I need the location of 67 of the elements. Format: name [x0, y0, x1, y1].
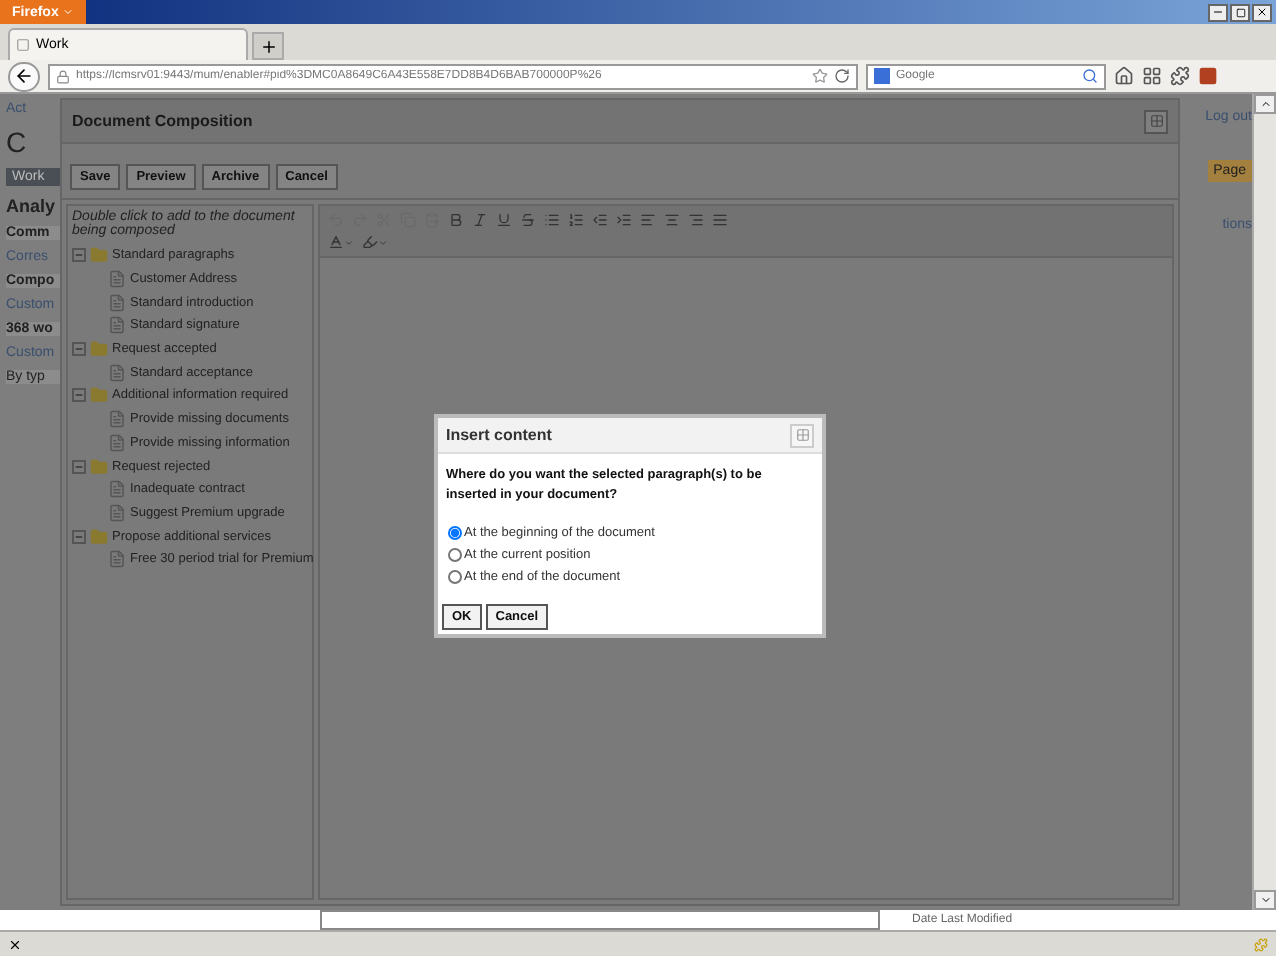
- bookmark-star-icon[interactable]: [812, 68, 828, 84]
- grid-icon: [795, 428, 809, 442]
- bold-icon[interactable]: [448, 212, 464, 228]
- back-arrow-icon: [14, 66, 34, 86]
- folder-icon: [90, 527, 108, 546]
- maximize-button[interactable]: [1230, 3, 1250, 21]
- radio-button[interactable]: [448, 569, 462, 583]
- scroll-down-icon[interactable]: [1259, 894, 1271, 906]
- maximize-icon: [1235, 7, 1245, 17]
- folder-icon: [90, 386, 108, 405]
- document-icon: [108, 270, 126, 289]
- outdent-icon[interactable]: [592, 212, 608, 228]
- caret-icon: [62, 6, 75, 18]
- collapse-icon[interactable]: [72, 459, 86, 474]
- document-icon: [108, 550, 126, 569]
- search-icon: [1082, 68, 1098, 84]
- highlight-icon[interactable]: [362, 234, 388, 250]
- align-center-icon[interactable]: [664, 212, 680, 228]
- align-left-icon[interactable]: [640, 212, 656, 228]
- addon-icon[interactable]: [1170, 66, 1190, 86]
- collapse-icon[interactable]: [72, 342, 86, 357]
- scroll-up-icon[interactable]: [1259, 98, 1271, 110]
- new-tab-button[interactable]: [252, 32, 284, 60]
- reload-icon[interactable]: [834, 68, 850, 84]
- folder-icon: [90, 457, 108, 476]
- numbered-list-icon[interactable]: [568, 212, 584, 228]
- collapse-icon[interactable]: [72, 529, 86, 544]
- font-color-icon[interactable]: [328, 234, 354, 250]
- page-field[interactable]: [320, 910, 880, 930]
- folder-icon: [90, 246, 108, 265]
- document-icon: [108, 503, 126, 522]
- radio-button[interactable]: [448, 547, 462, 561]
- document-icon: [108, 410, 126, 429]
- minimize-button[interactable]: [1208, 3, 1228, 21]
- close-icon: [1256, 6, 1268, 18]
- bulleted-list-icon[interactable]: [544, 212, 560, 228]
- strikethrough-icon[interactable]: [520, 212, 536, 228]
- editor-area[interactable]: [318, 204, 1174, 900]
- document-icon: [108, 433, 126, 452]
- collapse-icon[interactable]: [72, 388, 86, 403]
- close-icon[interactable]: [8, 937, 22, 951]
- dialog-title: Document Composition: [72, 112, 253, 130]
- document-icon: [108, 293, 126, 312]
- page-heading: Analy: [6, 196, 58, 216]
- lock-icon: [56, 69, 70, 83]
- page-logo: C: [6, 126, 29, 158]
- plus-icon: [259, 37, 277, 55]
- home-icon[interactable]: [1114, 66, 1134, 86]
- italic-icon[interactable]: [472, 212, 488, 228]
- underline-icon[interactable]: [496, 212, 512, 228]
- grid-icon: [1149, 114, 1163, 128]
- folder-icon: [90, 340, 108, 359]
- document-icon: [108, 480, 126, 499]
- document-icon: [108, 363, 126, 382]
- scrollbar[interactable]: [1252, 94, 1276, 910]
- page-icon: [16, 38, 30, 52]
- addon-bar-icon: [1254, 937, 1268, 951]
- minimize-icon: [1212, 6, 1224, 18]
- document-icon: [108, 316, 126, 335]
- dialog-title: Insert content: [446, 426, 552, 444]
- back-button[interactable]: [8, 61, 40, 91]
- collapse-icon[interactable]: [72, 248, 86, 263]
- indent-icon[interactable]: [616, 212, 632, 228]
- close-button[interactable]: [1252, 3, 1272, 21]
- align-justify-icon[interactable]: [712, 212, 728, 228]
- radio-button[interactable]: [448, 525, 462, 539]
- align-right-icon[interactable]: [688, 212, 704, 228]
